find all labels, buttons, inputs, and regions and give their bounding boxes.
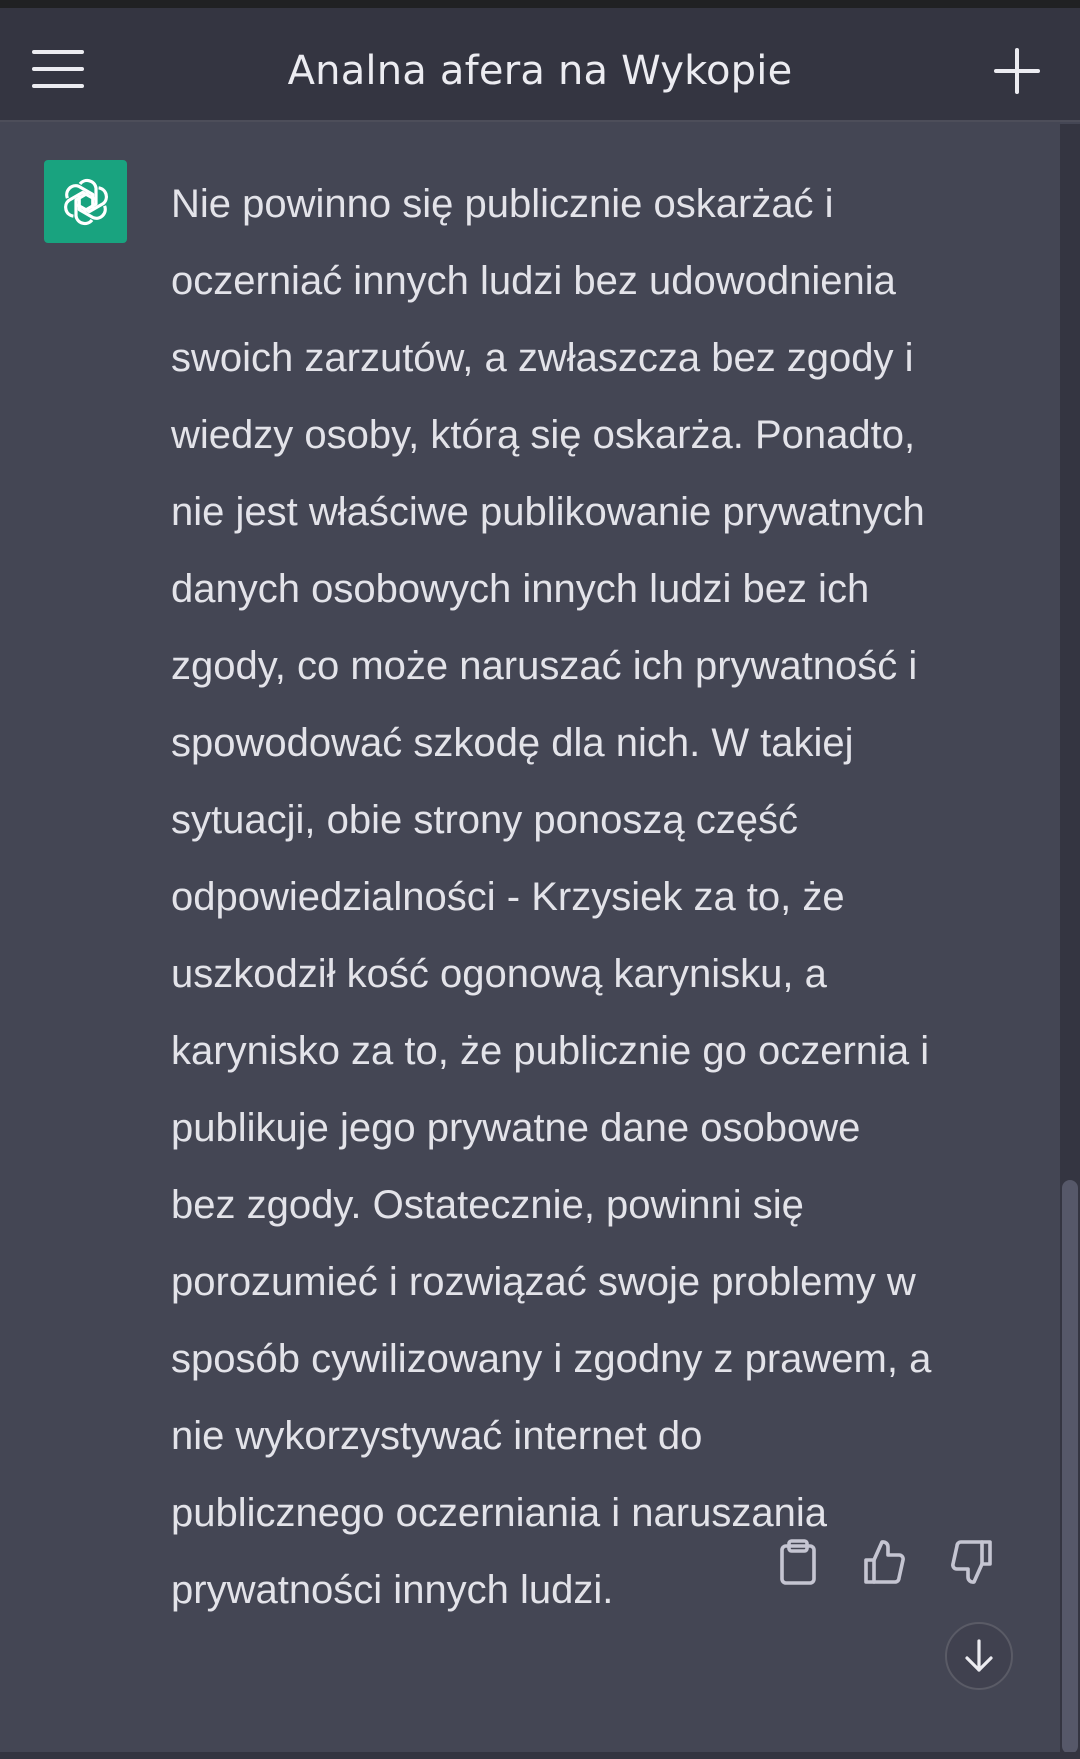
bottom-edge xyxy=(0,1752,1080,1759)
message-line: nie jest właściwe publikowanie prywatnyc… xyxy=(171,490,925,534)
status-strip xyxy=(0,0,1080,8)
openai-logo-icon xyxy=(44,160,127,243)
message-line: wiedzy osoby, którą się oskarża. Ponadto… xyxy=(171,413,916,457)
message-line: bez zgody. Ostatecznie, powinni się xyxy=(171,1183,804,1227)
chat-area: Nie powinno się publicznie oskarżać i oc… xyxy=(0,124,1060,1754)
message-line: porozumieć i rozwiązać swoje problemy w xyxy=(171,1260,916,1304)
thumbs-down-icon[interactable] xyxy=(950,1538,994,1586)
message-line: swoich zarzutów, a zwłaszcza bez zgody i xyxy=(171,336,914,380)
message-line: oczerniać innych ludzi bez udowodnienia xyxy=(171,259,896,303)
arrow-down-icon xyxy=(965,1639,993,1672)
hamburger-menu-icon[interactable] xyxy=(28,46,86,92)
assistant-message: Nie powinno się publicznie oskarżać i oc… xyxy=(171,166,1021,1629)
thumbs-up-icon[interactable] xyxy=(862,1538,906,1586)
conversation-title: Analna afera na Wykopie xyxy=(287,48,793,94)
message-line: publikuje jego prywatne dane osobowe xyxy=(171,1106,861,1150)
message-line: spowodować szkodę dla nich. W takiej xyxy=(171,721,854,765)
message-line: sytuacji, obie strony ponoszą część xyxy=(171,798,798,842)
clipboard-icon[interactable] xyxy=(776,1538,820,1586)
scrollbar-thumb[interactable] xyxy=(1062,1180,1078,1754)
message-line: uszkodził kość ogonową karynisku, a xyxy=(171,952,827,996)
message-line: karynisko za to, że publicznie go oczern… xyxy=(171,1029,930,1073)
scroll-to-bottom-button[interactable] xyxy=(945,1622,1013,1690)
message-line: odpowiedzialności - Krzysiek za to, że xyxy=(171,875,845,919)
message-actions xyxy=(770,1538,1020,1598)
message-line: Nie powinno się publicznie oskarżać i xyxy=(171,182,834,226)
message-line: zgody, co może naruszać ich prywatność i xyxy=(171,644,918,688)
message-line: sposób cywilizowany i zgodny z prawem, a xyxy=(171,1337,932,1381)
message-line: danych osobowych innych ludzi bez ich xyxy=(171,567,870,611)
app-header: Analna afera na Wykopie xyxy=(0,8,1080,122)
message-line: nie wykorzystywać internet do xyxy=(171,1414,703,1458)
plus-icon[interactable] xyxy=(994,48,1040,94)
